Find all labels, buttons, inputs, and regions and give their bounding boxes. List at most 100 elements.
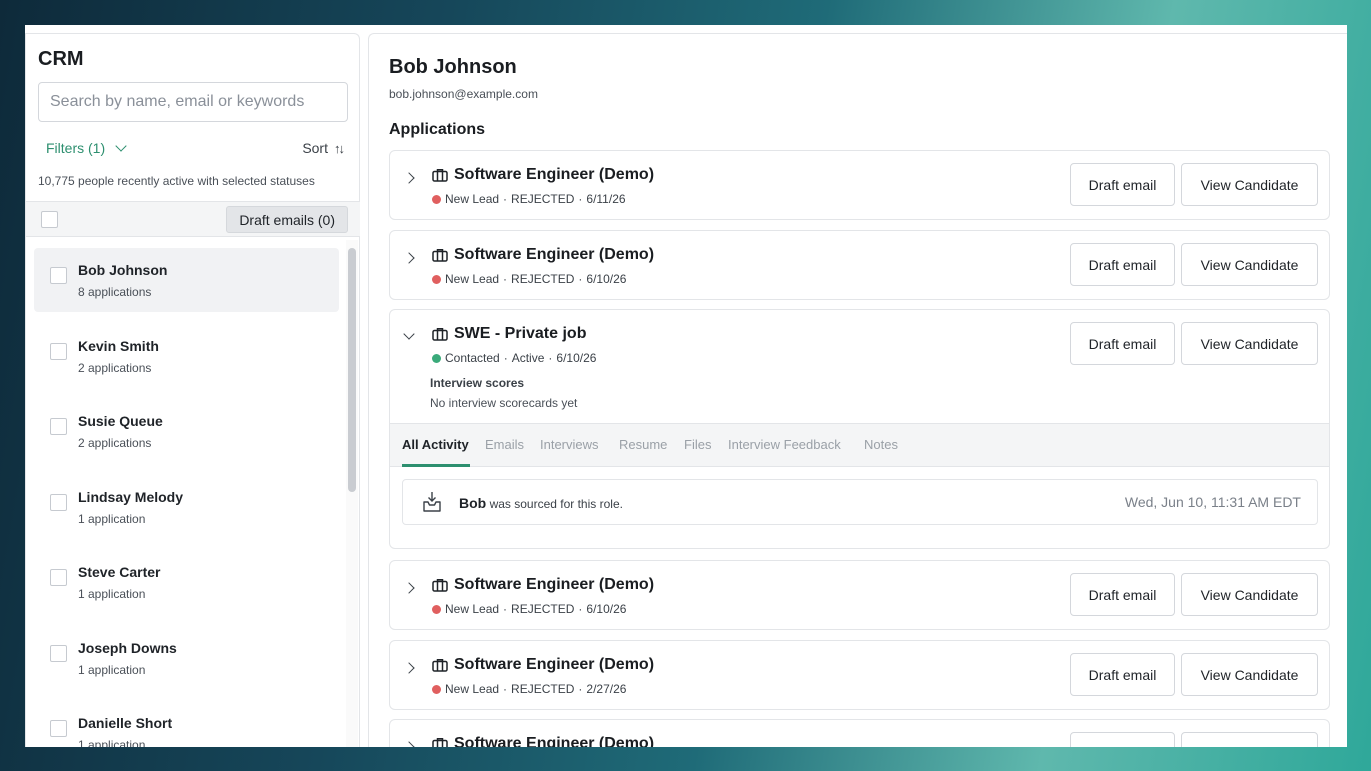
application-date: 6/10/26: [586, 272, 627, 286]
application-status: New Lead · REJECTED · 6/11/26: [432, 192, 626, 206]
application-card: Software Engineer (Demo) New Lead · REJEC…: [389, 640, 1330, 710]
status-dot: [432, 353, 441, 363]
briefcase-icon: [432, 659, 448, 672]
sort-button[interactable]: Sort ↑↓: [302, 140, 345, 156]
activity-actor: Bob: [459, 495, 487, 511]
person-checkbox[interactable]: [50, 569, 67, 586]
chevron-right-icon[interactable]: [403, 172, 415, 184]
person-name: Steve Carter: [78, 564, 161, 580]
inbox-tray-icon: [423, 492, 441, 512]
list-item[interactable]: Steve Carter 1 application: [34, 550, 339, 614]
view-candidate-button[interactable]: View Candidate: [1181, 322, 1318, 365]
application-card: Software Engineer (Demo): [389, 719, 1330, 747]
sidebar-scrollbar[interactable]: [348, 248, 356, 492]
application-date: 6/11/26: [586, 192, 626, 206]
status-dot: [432, 274, 441, 284]
application-status-text: REJECTED: [511, 272, 575, 286]
tab-files[interactable]: Files: [684, 437, 711, 452]
application-stage: Contacted: [445, 351, 500, 365]
sort-arrows-icon: ↑↓: [334, 140, 345, 156]
active-tab-indicator: [402, 464, 470, 467]
draft-email-button[interactable]: Draft email: [1070, 243, 1175, 286]
application-status: Contacted · Active · 6/10/26: [432, 351, 596, 365]
crm-window: CRM Filters (1) Sort ↑↓ 10,775 people re…: [25, 25, 1347, 747]
draft-emails-button[interactable]: Draft emails (0): [226, 206, 348, 233]
application-status: New Lead · REJECTED · 2/27/26: [432, 682, 626, 696]
chevron-right-icon[interactable]: [403, 741, 415, 747]
tab-notes[interactable]: Notes: [864, 437, 898, 452]
application-card-expanded: SWE - Private job Contacted · Active · 6/1…: [389, 309, 1330, 549]
view-candidate-button[interactable]: View Candidate: [1181, 653, 1318, 696]
interview-scores-label: Interview scores: [430, 376, 525, 390]
active-count-text: 10,775 people recently active with selec…: [38, 174, 315, 188]
tab-interview-feedback[interactable]: Interview Feedback: [728, 437, 841, 452]
application-stage: New Lead: [445, 682, 500, 696]
person-name: Susie Queue: [78, 413, 163, 429]
application-card: Software Engineer (Demo) New Lead · REJEC…: [389, 150, 1330, 220]
application-card: Software Engineer (Demo) New Lead · REJEC…: [389, 560, 1330, 630]
application-card: Software Engineer (Demo) New Lead · REJEC…: [389, 230, 1330, 300]
chevron-down-icon: [115, 140, 127, 152]
application-title: Software Engineer (Demo): [454, 246, 655, 263]
list-item[interactable]: Kevin Smith 2 applications: [34, 324, 339, 388]
view-candidate-button[interactable]: View Candidate: [1181, 243, 1318, 286]
chevron-right-icon[interactable]: [403, 662, 415, 674]
briefcase-icon: [432, 328, 448, 341]
list-toolbar: Draft emails (0): [26, 201, 360, 237]
select-all-checkbox[interactable]: [41, 211, 58, 228]
chevron-right-icon[interactable]: [403, 582, 415, 594]
application-stage: New Lead: [445, 602, 500, 616]
sidebar: CRM Filters (1) Sort ↑↓ 10,775 people re…: [25, 33, 360, 747]
application-status: New Lead · REJECTED · 6/10/26: [432, 602, 626, 616]
tab-all-activity[interactable]: All Activity: [402, 437, 469, 452]
list-item[interactable]: Lindsay Melody 1 application: [34, 475, 339, 539]
person-checkbox[interactable]: [50, 720, 67, 737]
list-item[interactable]: Joseph Downs 1 application: [34, 626, 339, 690]
status-dot: [432, 194, 441, 204]
application-title: Software Engineer (Demo): [454, 166, 655, 183]
application-title: Software Engineer (Demo): [454, 576, 655, 593]
search-input[interactable]: [38, 82, 348, 122]
person-applications: 1 application: [78, 587, 146, 601]
candidate-panel: Bob Johnson bob.johnson@example.com Appl…: [368, 33, 1347, 747]
application-title: Software Engineer (Demo): [454, 656, 655, 673]
activity-text: Bob was sourced for this role.: [459, 495, 623, 511]
draft-email-button[interactable]: Draft email: [1070, 163, 1175, 206]
person-checkbox[interactable]: [50, 644, 67, 662]
application-stage: New Lead: [445, 272, 500, 286]
person-checkbox[interactable]: [50, 418, 67, 435]
application-status: New Lead · REJECTED · 6/10/26: [432, 272, 626, 286]
filters-dropdown[interactable]: Filters (1): [46, 140, 127, 156]
draft-email-button[interactable]: Draft email: [1070, 322, 1175, 365]
sort-label: Sort: [302, 140, 328, 156]
person-checkbox[interactable]: [50, 342, 67, 360]
draft-email-button[interactable]: [1070, 732, 1175, 747]
application-date: 6/10/26: [556, 351, 597, 365]
person-applications: 1 application: [78, 662, 146, 677]
draft-email-button[interactable]: Draft email: [1070, 653, 1175, 696]
applications-heading: Applications: [389, 121, 486, 138]
briefcase-icon: [432, 579, 448, 592]
chevron-down-icon[interactable]: [403, 328, 415, 340]
view-candidate-button[interactable]: View Candidate: [1181, 163, 1318, 206]
chevron-right-icon[interactable]: [403, 252, 415, 264]
view-candidate-button[interactable]: View Candidate: [1181, 573, 1318, 616]
view-candidate-button[interactable]: [1181, 732, 1318, 747]
application-status-text: REJECTED: [511, 602, 575, 616]
list-item[interactable]: Susie Queue 2 applications: [34, 399, 339, 463]
activity-tabs: All Activity Emails Interviews Resume Fi…: [390, 423, 1329, 467]
candidate-email: bob.johnson@example.com: [389, 87, 538, 101]
person-applications: 8 applications: [78, 285, 152, 299]
interview-scores-value: No interview scorecards yet: [430, 396, 578, 410]
tab-emails[interactable]: Emails: [485, 437, 524, 452]
tab-interviews[interactable]: Interviews: [540, 437, 599, 452]
activity-item: Bob was sourced for this role. Wed, Jun …: [402, 479, 1318, 525]
list-item[interactable]: Danielle Short 1 application: [34, 701, 339, 747]
person-checkbox[interactable]: [50, 267, 67, 284]
person-checkbox[interactable]: [50, 493, 67, 511]
list-item[interactable]: Bob Johnson 8 applications: [34, 248, 339, 312]
tab-resume[interactable]: Resume: [619, 437, 667, 452]
person-applications: 1 application: [78, 511, 146, 526]
draft-email-button[interactable]: Draft email: [1070, 573, 1175, 616]
application-title: Software Engineer (Demo): [454, 735, 655, 747]
